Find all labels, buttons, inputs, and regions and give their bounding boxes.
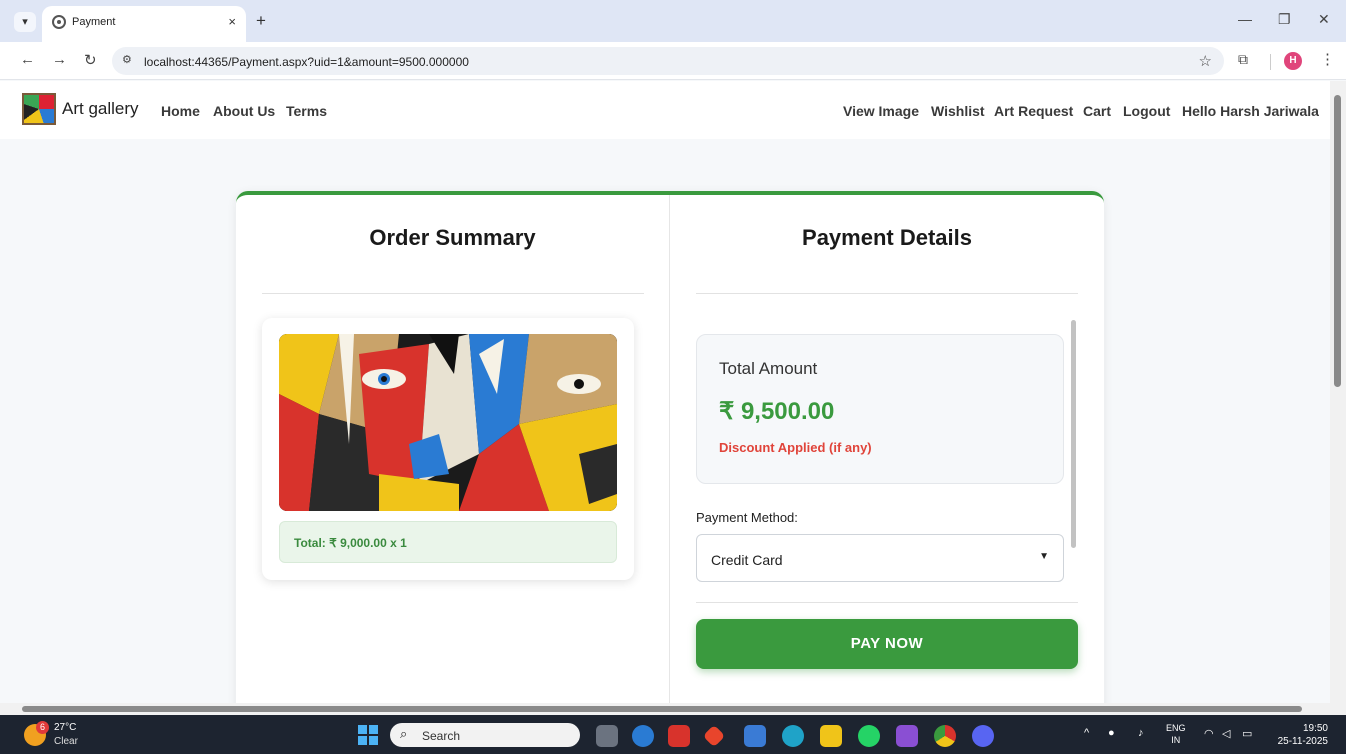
order-summary-title: Order Summary [369, 225, 536, 250]
payment-scrollbar-thumb[interactable] [1071, 320, 1076, 548]
page-viewport: Art gallery Home About Us Terms View Ima… [0, 81, 1330, 703]
column-divider [669, 195, 670, 703]
windows-taskbar: 6 27°C Clear ⌕ Search ^ ● ♪ ENG IN ◠ ◁ ▭… [0, 715, 1346, 754]
search-icon: ⌕ [400, 726, 408, 741]
minimize-icon[interactable]: — [1238, 11, 1252, 27]
system-clock[interactable]: 19:50 25-11-2025 [1270, 722, 1328, 748]
payment-method-label: Payment Method: [696, 510, 798, 525]
payment-scrollbar[interactable] [1070, 318, 1078, 586]
volume-icon[interactable]: ◁ [1222, 727, 1230, 740]
nav-link-terms[interactable]: Terms [286, 103, 327, 119]
windows-start-icon[interactable] [358, 725, 378, 745]
url-text[interactable]: localhost:44365/Payment.aspx?uid=1&amoun… [144, 55, 469, 69]
extensions-icon[interactable]: ⧉ [1238, 51, 1248, 68]
bookmark-star-icon[interactable]: ☆ [1199, 52, 1212, 70]
weather-condition[interactable]: Clear [54, 736, 78, 747]
tab-close-icon[interactable]: × [228, 14, 236, 29]
visual-studio-icon[interactable] [896, 725, 918, 747]
wifi-icon[interactable]: ◠ [1204, 727, 1214, 740]
artwork-image[interactable] [279, 334, 617, 511]
clock-time: 19:50 [1302, 723, 1328, 734]
pay-divider [696, 602, 1078, 603]
git-icon[interactable] [702, 724, 726, 748]
pay-now-button[interactable]: PAY NOW [696, 619, 1078, 669]
clock-date: 25-11-2025 [1277, 736, 1328, 747]
chrome-icon[interactable] [934, 725, 956, 747]
globe-icon [52, 15, 66, 29]
nav-link-about-us[interactable]: About Us [213, 103, 275, 119]
region-code: IN [1171, 735, 1181, 745]
payment-details-divider [696, 293, 1078, 294]
dropdown-arrow-icon: ▼ [1039, 551, 1049, 562]
item-total-box: Total: ₹ 9,000.00 x 1 [279, 521, 617, 563]
app-icon[interactable] [632, 725, 654, 747]
toolbar-separator [1270, 54, 1271, 70]
total-amount-box: Total Amount ₹ 9,500.00 Discount Applied… [696, 334, 1064, 484]
address-bar[interactable]: ⚙ localhost:44365/Payment.aspx?uid=1&amo… [112, 47, 1224, 75]
taskbar-search-placeholder: Search [422, 729, 461, 743]
checkout-card: Order Summary Total: ₹ 9,000.00 x 1 Paym… [236, 191, 1104, 703]
reload-icon[interactable]: ↻ [84, 51, 97, 69]
total-amount-value: ₹ 9,500.00 [719, 398, 835, 425]
page-vertical-scrollbar-thumb[interactable] [1334, 95, 1341, 387]
close-window-icon[interactable]: ✕ [1318, 11, 1330, 28]
order-item-card: Total: ₹ 9,000.00 x 1 [262, 318, 634, 580]
new-tab-icon[interactable]: + [256, 11, 266, 31]
forward-icon[interactable]: → [52, 51, 67, 68]
discount-note: Discount Applied (if any) [719, 440, 872, 455]
page-horizontal-scrollbar[interactable] [0, 703, 1346, 715]
page-horizontal-scrollbar-thumb[interactable] [22, 706, 1302, 712]
nav-link-wishlist[interactable]: Wishlist [931, 103, 985, 119]
weather-temperature[interactable]: 27°C [54, 722, 76, 733]
brand-name[interactable]: Art gallery [62, 99, 139, 119]
back-icon[interactable]: ← [20, 51, 35, 68]
folder-icon[interactable] [820, 725, 842, 747]
microphone-icon[interactable]: ♪ [1138, 727, 1144, 739]
browser-toolbar: ← → ↻ ⚙ localhost:44365/Payment.aspx?uid… [0, 42, 1346, 80]
mcafee-icon[interactable] [668, 725, 690, 747]
profile-avatar[interactable]: H [1284, 52, 1302, 70]
nav-link-logout[interactable]: Logout [1123, 103, 1170, 119]
page-vertical-scrollbar[interactable] [1330, 81, 1346, 703]
nav-link-art-request[interactable]: Art Request [994, 103, 1073, 119]
nav-link-home[interactable]: Home [161, 103, 200, 119]
browser-tabstrip: ▾ Payment × + — ❐ ✕ [0, 0, 1346, 42]
language-code: ENG [1166, 723, 1186, 733]
payment-scroll-area[interactable]: Total Amount ₹ 9,500.00 Discount Applied… [696, 318, 1078, 586]
site-navbar: Art gallery Home About Us Terms View Ima… [0, 81, 1330, 139]
file-manager-app-icon[interactable] [596, 725, 618, 747]
tray-overflow-icon[interactable]: ^ [1084, 727, 1089, 739]
site-info-icon[interactable]: ⚙ [122, 53, 132, 66]
payment-method-select[interactable]: Credit Card ▼ [696, 534, 1064, 582]
battery-icon[interactable]: ▭ [1242, 727, 1252, 740]
tray-app-icon[interactable]: ● [1108, 727, 1115, 739]
tab-search-button[interactable]: ▾ [14, 12, 36, 32]
language-indicator[interactable]: ENG IN [1166, 722, 1186, 746]
edge-icon[interactable] [782, 725, 804, 747]
browser-tab-payment[interactable]: Payment × [42, 6, 246, 42]
order-summary-divider [262, 293, 644, 294]
total-amount-label: Total Amount [719, 359, 818, 378]
browser-menu-icon[interactable]: ⋮ [1320, 50, 1335, 68]
weather-alert-badge: 6 [36, 721, 49, 734]
nav-link-user-greeting[interactable]: Hello Harsh Jariwala [1182, 103, 1319, 119]
item-total-text: Total: ₹ 9,000.00 x 1 [294, 536, 407, 550]
brand-logo-icon[interactable] [22, 93, 56, 125]
payment-method-value: Credit Card [711, 552, 783, 568]
nav-link-view-image[interactable]: View Image [843, 103, 919, 119]
payment-details-title: Payment Details [802, 225, 972, 250]
restore-icon[interactable]: ❐ [1278, 11, 1291, 28]
store-icon[interactable] [744, 725, 766, 747]
taskbar-search[interactable]: ⌕ Search [390, 723, 580, 747]
whatsapp-icon[interactable] [858, 725, 880, 747]
tab-title: Payment [72, 16, 116, 28]
nav-link-cart[interactable]: Cart [1083, 103, 1111, 119]
discord-icon[interactable] [972, 725, 994, 747]
